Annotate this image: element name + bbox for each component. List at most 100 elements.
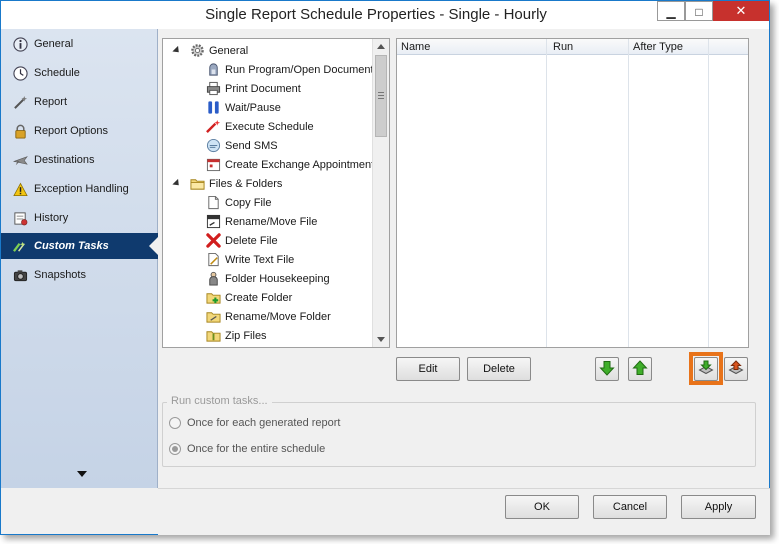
tree-label: Print Document bbox=[225, 82, 301, 95]
expand-arrow-icon[interactable] bbox=[172, 178, 182, 189]
task-tree: General Run Program/Open Document Print … bbox=[162, 38, 390, 348]
appointment-icon bbox=[205, 157, 221, 173]
sidebar-item-label: Destinations bbox=[34, 154, 95, 166]
warning-icon bbox=[12, 181, 28, 197]
arrow-down-icon bbox=[599, 360, 615, 379]
lock-icon bbox=[12, 123, 28, 139]
sidebar-item-report-options[interactable]: Report Options bbox=[1, 118, 158, 144]
tree-item-folder-housekeeping[interactable]: Folder Housekeeping bbox=[205, 269, 330, 288]
run-custom-tasks-legend: Run custom tasks... bbox=[167, 395, 272, 407]
run-custom-tasks-group bbox=[162, 402, 756, 467]
title-bar: Single Report Schedule Properties - Sing… bbox=[1, 1, 769, 29]
program-icon bbox=[205, 62, 221, 78]
radio-button-checked[interactable] bbox=[169, 443, 181, 455]
tree-item-rename-move-file[interactable]: Rename/Move File bbox=[205, 212, 317, 231]
sidebar-scroll-down-icon[interactable] bbox=[77, 471, 87, 477]
tree-item-run-program[interactable]: Run Program/Open Document bbox=[205, 60, 374, 79]
sidebar-item-report[interactable]: Report bbox=[1, 89, 158, 115]
tree-group-general[interactable]: General bbox=[172, 41, 248, 60]
column-divider bbox=[628, 39, 629, 347]
copy-file-icon bbox=[205, 195, 221, 211]
tree-item-write-text-file[interactable]: Write Text File bbox=[205, 250, 294, 269]
tree-scrollbar[interactable] bbox=[372, 39, 389, 347]
tree-label: Write Text File bbox=[225, 253, 295, 266]
tree-label: Copy File bbox=[225, 196, 272, 209]
tree-label: Rename/Move File bbox=[225, 215, 318, 228]
tree-label: Execute Schedule bbox=[225, 120, 314, 133]
import-tasks-button[interactable] bbox=[694, 357, 718, 381]
sidebar-item-label: Custom Tasks bbox=[34, 240, 109, 252]
sidebar-item-history[interactable]: History bbox=[1, 205, 158, 231]
clock-icon bbox=[12, 65, 28, 81]
sidebar-item-snapshots[interactable]: Snapshots bbox=[1, 262, 158, 288]
sidebar-item-exception-handling[interactable]: Exception Handling bbox=[1, 176, 158, 202]
scroll-up-icon[interactable] bbox=[377, 44, 385, 49]
sidebar-item-label: Exception Handling bbox=[34, 183, 129, 195]
apply-button[interactable]: Apply bbox=[681, 495, 756, 519]
sidebar-item-custom-tasks[interactable]: Custom Tasks bbox=[1, 233, 159, 259]
tree-item-copy-file[interactable]: Copy File bbox=[205, 193, 271, 212]
radio-once-per-schedule[interactable]: Once for the entire schedule bbox=[169, 443, 325, 455]
sidebar-item-label: Snapshots bbox=[34, 269, 86, 281]
export-icon bbox=[728, 359, 744, 379]
scroll-down-icon[interactable] bbox=[377, 337, 385, 342]
tree-item-wait-pause[interactable]: Wait/Pause bbox=[205, 98, 281, 117]
sidebar-item-destinations[interactable]: Destinations bbox=[1, 147, 158, 173]
tree-item-zip-files[interactable]: Zip Files bbox=[205, 326, 267, 345]
delete-button[interactable]: Delete bbox=[467, 357, 531, 381]
tree-item-rename-move-folder[interactable]: Rename/Move Folder bbox=[205, 307, 331, 326]
housekeeping-icon bbox=[205, 271, 221, 287]
custom-task-list[interactable]: Name Run After Type bbox=[396, 38, 749, 348]
sms-icon bbox=[205, 138, 221, 154]
tree-label: Create Exchange Appointment bbox=[225, 158, 375, 171]
tree-label: Delete File bbox=[225, 234, 278, 247]
zip-icon bbox=[205, 328, 221, 344]
arrow-up-icon bbox=[632, 359, 648, 379]
cancel-button[interactable]: Cancel bbox=[593, 495, 667, 519]
plane-icon bbox=[12, 152, 28, 168]
sidebar-item-schedule[interactable]: Schedule bbox=[1, 60, 158, 86]
tree-item-create-exchange-appointment[interactable]: Create Exchange Appointment bbox=[205, 155, 374, 174]
tree-item-execute-schedule[interactable]: Execute Schedule bbox=[205, 117, 314, 136]
sidebar-item-label: General bbox=[34, 38, 74, 50]
sidebar-item-label: History bbox=[34, 212, 69, 224]
window-title: Single Report Schedule Properties - Sing… bbox=[205, 6, 547, 23]
tree-item-create-folder[interactable]: Create Folder bbox=[205, 288, 292, 307]
sidebar-item-general[interactable]: General bbox=[1, 31, 158, 57]
tree-item-send-sms[interactable]: Send SMS bbox=[205, 136, 278, 155]
sidebar: General Schedule Report Report Options D… bbox=[1, 29, 159, 488]
dialog-footer bbox=[158, 489, 770, 535]
ok-button[interactable]: OK bbox=[505, 495, 579, 519]
tree-item-print-document[interactable]: Print Document bbox=[205, 79, 301, 98]
task-list-header: Name Run After Type bbox=[397, 39, 748, 55]
radio-label: Once for the entire schedule bbox=[187, 443, 326, 455]
history-icon bbox=[12, 210, 28, 226]
radio-once-per-report[interactable]: Once for each generated report bbox=[169, 417, 340, 429]
column-header-name[interactable]: Name bbox=[397, 39, 545, 55]
radio-button[interactable] bbox=[169, 417, 181, 429]
tree-label: Send SMS bbox=[225, 139, 278, 152]
sidebar-item-label: Schedule bbox=[34, 67, 80, 79]
expand-arrow-icon[interactable] bbox=[172, 45, 182, 56]
tree-group-files-folders[interactable]: Files & Folders bbox=[172, 174, 282, 193]
tree-label: Rename/Move Folder bbox=[225, 310, 331, 323]
rename-file-icon bbox=[205, 214, 221, 230]
close-button[interactable]: ✕ bbox=[713, 1, 769, 21]
delete-x-icon bbox=[205, 233, 221, 249]
gear-icon bbox=[189, 43, 205, 59]
import-icon bbox=[698, 360, 714, 379]
tree-label: Zip Files bbox=[225, 329, 267, 342]
tree-label: Wait/Pause bbox=[225, 101, 281, 114]
column-header-run[interactable]: Run bbox=[549, 39, 629, 55]
move-up-button[interactable] bbox=[628, 357, 652, 381]
column-header-after-type[interactable]: After Type bbox=[629, 39, 707, 55]
export-tasks-button[interactable] bbox=[724, 357, 748, 381]
minimize-button[interactable]: ▁ bbox=[657, 1, 685, 21]
scroll-thumb[interactable] bbox=[375, 55, 387, 137]
maximize-button[interactable]: □ bbox=[685, 1, 713, 21]
move-down-button[interactable] bbox=[595, 357, 619, 381]
tree-item-delete-file[interactable]: Delete File bbox=[205, 231, 278, 250]
edit-button[interactable]: Edit bbox=[396, 357, 460, 381]
radio-label: Once for each generated report bbox=[187, 417, 341, 429]
printer-icon bbox=[205, 81, 221, 97]
